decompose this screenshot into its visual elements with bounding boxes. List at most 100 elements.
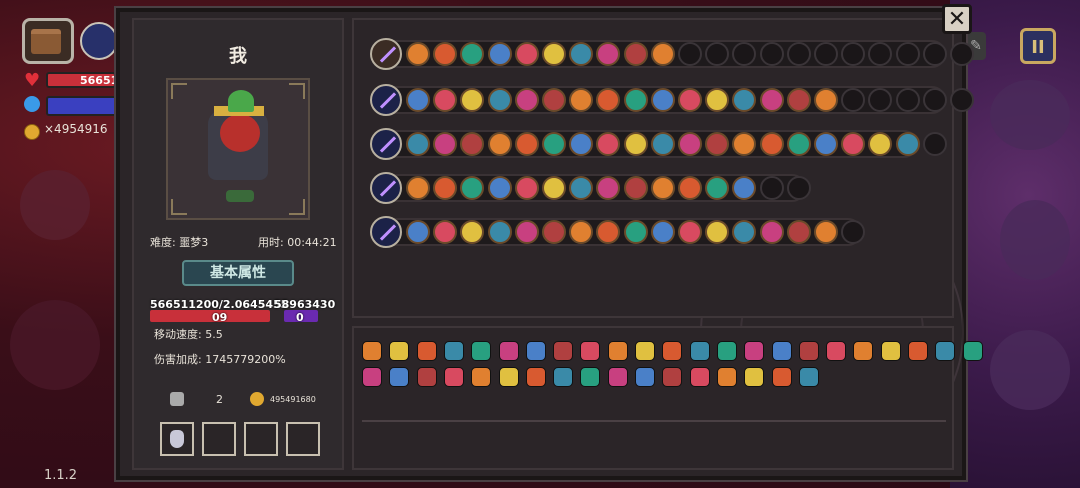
- upgrade-slot[interactable]: [705, 176, 730, 200]
- empty-upgrade-slot[interactable]: [922, 88, 947, 112]
- upgrade-slot[interactable]: [542, 42, 566, 66]
- upgrade-slot[interactable]: [650, 42, 675, 66]
- upgrade-slot[interactable]: [542, 220, 566, 244]
- upgrade-slot[interactable]: [623, 132, 648, 156]
- upgrade-slot[interactable]: [786, 88, 811, 112]
- passive-item-icon[interactable]: [962, 341, 983, 361]
- upgrade-slot[interactable]: [814, 132, 838, 156]
- upgrade-slot[interactable]: [678, 88, 702, 112]
- inventory-chest-button[interactable]: [22, 18, 74, 64]
- empty-upgrade-slot[interactable]: [841, 88, 866, 112]
- passive-item-icon[interactable]: [935, 341, 956, 361]
- staff-weapon-icon[interactable]: [370, 172, 402, 204]
- passive-item-icon[interactable]: [525, 341, 546, 361]
- upgrade-slot[interactable]: [650, 88, 675, 112]
- passive-item-icon[interactable]: [689, 367, 710, 387]
- staff-weapon-icon[interactable]: [370, 84, 402, 116]
- passive-item-icon[interactable]: [880, 341, 901, 361]
- passive-item-icon[interactable]: [443, 341, 464, 361]
- upgrade-slot[interactable]: [569, 132, 594, 156]
- empty-upgrade-slot[interactable]: [895, 42, 920, 66]
- upgrade-slot[interactable]: [841, 132, 866, 156]
- upgrade-slot[interactable]: [433, 132, 458, 156]
- empty-upgrade-slot[interactable]: [759, 176, 784, 200]
- upgrade-slot[interactable]: [514, 42, 539, 66]
- passive-item-icon[interactable]: [362, 341, 382, 361]
- passive-item-icon[interactable]: [498, 367, 519, 387]
- empty-upgrade-slot[interactable]: [705, 42, 730, 66]
- upgrade-slot[interactable]: [542, 88, 566, 112]
- passive-item-icon[interactable]: [553, 367, 574, 387]
- staff-weapon-icon[interactable]: [370, 128, 402, 160]
- passive-item-icon[interactable]: [443, 367, 464, 387]
- upgrade-slot[interactable]: [814, 220, 838, 244]
- passive-item-icon[interactable]: [744, 341, 765, 361]
- upgrade-slot[interactable]: [759, 88, 784, 112]
- upgrade-slot[interactable]: [569, 176, 594, 200]
- upgrade-slot[interactable]: [514, 88, 539, 112]
- passive-item-icon[interactable]: [416, 367, 437, 387]
- upgrade-slot[interactable]: [650, 220, 675, 244]
- upgrade-slot[interactable]: [406, 132, 430, 156]
- passive-item-icon[interactable]: [389, 341, 410, 361]
- upgrade-slot[interactable]: [433, 220, 458, 244]
- upgrade-slot[interactable]: [814, 88, 838, 112]
- upgrade-slot[interactable]: [569, 88, 594, 112]
- consumable-slot[interactable]: [160, 422, 194, 456]
- passive-item-icon[interactable]: [826, 341, 847, 361]
- empty-upgrade-slot[interactable]: [678, 42, 702, 66]
- upgrade-slot[interactable]: [678, 132, 702, 156]
- upgrade-slot[interactable]: [623, 220, 648, 244]
- upgrade-slot[interactable]: [433, 88, 458, 112]
- empty-upgrade-slot[interactable]: [950, 88, 974, 112]
- upgrade-slot[interactable]: [487, 176, 512, 200]
- empty-upgrade-slot[interactable]: [950, 42, 974, 66]
- passive-item-icon[interactable]: [389, 367, 410, 387]
- upgrade-slot[interactable]: [569, 42, 594, 66]
- passive-item-icon[interactable]: [525, 367, 546, 387]
- upgrade-slot[interactable]: [705, 220, 730, 244]
- upgrade-slot[interactable]: [705, 88, 730, 112]
- upgrade-slot[interactable]: [623, 176, 648, 200]
- passive-item-icon[interactable]: [607, 367, 628, 387]
- staff-weapon-icon[interactable]: [370, 216, 402, 248]
- close-button[interactable]: ✕: [942, 4, 972, 34]
- upgrade-slot[interactable]: [678, 176, 702, 200]
- passive-item-icon[interactable]: [553, 341, 574, 361]
- passive-item-icon[interactable]: [498, 341, 519, 361]
- passive-item-icon[interactable]: [662, 341, 683, 361]
- empty-upgrade-slot[interactable]: [922, 132, 947, 156]
- upgrade-slot[interactable]: [542, 132, 566, 156]
- upgrade-slot[interactable]: [623, 42, 648, 66]
- upgrade-slot[interactable]: [569, 220, 594, 244]
- upgrade-slot[interactable]: [650, 176, 675, 200]
- passive-item-icon[interactable]: [362, 367, 382, 387]
- empty-upgrade-slot[interactable]: [922, 42, 947, 66]
- current-weapon-icon[interactable]: [80, 22, 118, 60]
- passive-item-icon[interactable]: [635, 367, 655, 387]
- upgrade-slot[interactable]: [514, 132, 539, 156]
- passive-item-icon[interactable]: [771, 367, 792, 387]
- passive-item-icon[interactable]: [635, 341, 655, 361]
- passive-item-icon[interactable]: [771, 341, 792, 361]
- upgrade-slot[interactable]: [542, 176, 566, 200]
- basic-attributes-tab[interactable]: 基本属性: [182, 260, 294, 286]
- upgrade-slot[interactable]: [678, 220, 702, 244]
- upgrade-slot[interactable]: [487, 88, 512, 112]
- passive-item-icon[interactable]: [716, 341, 737, 361]
- empty-upgrade-slot[interactable]: [759, 42, 784, 66]
- empty-upgrade-slot[interactable]: [841, 220, 866, 244]
- consumable-slot[interactable]: [244, 422, 278, 456]
- upgrade-slot[interactable]: [406, 88, 430, 112]
- passive-item-icon[interactable]: [853, 341, 874, 361]
- passive-item-icon[interactable]: [607, 341, 628, 361]
- passive-item-icon[interactable]: [798, 341, 819, 361]
- upgrade-slot[interactable]: [759, 132, 784, 156]
- empty-upgrade-slot[interactable]: [786, 42, 811, 66]
- upgrade-slot[interactable]: [406, 42, 430, 66]
- passive-item-icon[interactable]: [580, 367, 601, 387]
- upgrade-slot[interactable]: [433, 42, 458, 66]
- empty-upgrade-slot[interactable]: [895, 88, 920, 112]
- empty-upgrade-slot[interactable]: [814, 42, 838, 66]
- upgrade-slot[interactable]: [514, 176, 539, 200]
